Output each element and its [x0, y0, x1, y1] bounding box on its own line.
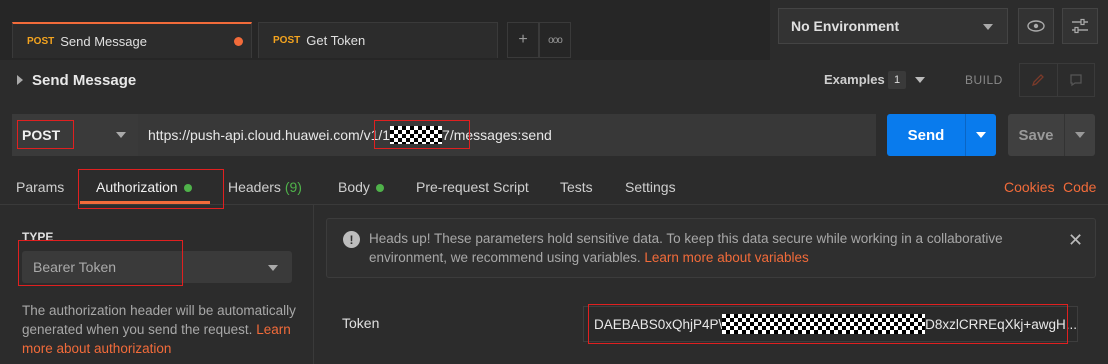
divider: [313, 205, 314, 364]
url-prefix: https://push-api.cloud.huawei.com/v1/1: [148, 127, 391, 143]
chevron-down-icon: [116, 132, 126, 138]
pencil-icon: [1032, 74, 1045, 87]
tab-send-message[interactable]: POST Send Message: [12, 22, 252, 58]
environment-quick-look-button[interactable]: [1018, 8, 1054, 44]
http-method-select[interactable]: POST: [12, 114, 138, 156]
tab-body[interactable]: Body: [338, 179, 384, 195]
collapse-chevron-icon[interactable]: [17, 75, 23, 85]
chevron-down-icon: [983, 24, 993, 30]
environment-selected: No Environment: [791, 18, 900, 34]
tab-get-token[interactable]: POST Get Token: [258, 22, 498, 58]
examples-label[interactable]: Examples: [824, 72, 885, 87]
save-button[interactable]: Save: [1008, 114, 1064, 156]
request-title[interactable]: Send Message: [32, 72, 136, 89]
http-method-value: POST: [22, 127, 61, 143]
tab-label: Get Token: [306, 33, 366, 48]
code-link[interactable]: Code: [1063, 179, 1096, 195]
more-tabs-button[interactable]: ooo: [539, 22, 571, 58]
learn-more-variables-link[interactable]: Learn more about variables: [644, 250, 808, 265]
sliders-icon: [1072, 18, 1088, 34]
tab-label: Send Message: [60, 33, 147, 49]
examples-count-badge: 1: [888, 71, 906, 89]
comment-icon: [1070, 74, 1082, 87]
status-dot-icon: [375, 184, 384, 193]
tab-settings[interactable]: Settings: [625, 179, 676, 195]
token-input[interactable]: DAEBABS0xQhjP4P\ D8xzlCRREqXkj+awgH...: [583, 306, 1078, 342]
url-suffix: 7/messages:send: [442, 127, 552, 143]
manage-environments-button[interactable]: [1062, 8, 1098, 44]
divider: [0, 204, 1108, 205]
tab-headers[interactable]: Headers (9): [228, 179, 302, 195]
token-prefix: DAEBABS0xQhjP4P\: [594, 316, 723, 332]
comments-button[interactable]: [1058, 64, 1095, 96]
tab-method: POST: [273, 35, 301, 46]
auth-type-label: TYPE: [22, 230, 54, 244]
edit-button[interactable]: [1020, 64, 1058, 96]
token-label: Token: [342, 315, 380, 331]
token-suffix: D8xzlCRREqXkj+awgH...: [925, 316, 1077, 332]
tab-method: POST: [27, 35, 55, 47]
chevron-down-icon: [976, 132, 986, 138]
chevron-down-icon: [1075, 132, 1085, 138]
environment-select[interactable]: No Environment: [778, 8, 1008, 44]
tab-tests[interactable]: Tests: [560, 179, 593, 195]
redacted-mask: [390, 126, 443, 144]
alert-text: Heads up! These parameters hold sensitiv…: [369, 229, 1049, 267]
eye-icon: [1027, 20, 1045, 32]
tab-params[interactable]: Params: [16, 179, 64, 195]
headers-count: (9): [284, 179, 302, 195]
tab-headers-label: Headers: [228, 179, 281, 195]
send-options-button[interactable]: [965, 114, 996, 156]
tab-authorization-label: Authorization: [96, 179, 178, 195]
redacted-mask: [722, 314, 926, 334]
auth-help-body: The authorization header will be automat…: [22, 303, 296, 337]
save-options-button[interactable]: [1064, 114, 1095, 156]
tab-authorization[interactable]: Authorization: [96, 179, 192, 195]
add-tab-button[interactable]: +: [507, 22, 539, 58]
auth-help-text: The authorization header will be automat…: [22, 301, 302, 358]
plus-icon: +: [518, 31, 528, 48]
close-icon[interactable]: ✕: [1068, 230, 1083, 251]
tab-prerequest-script[interactable]: Pre-request Script: [416, 179, 529, 195]
chevron-down-icon: [268, 265, 278, 271]
info-icon: !: [343, 231, 360, 248]
status-dot-icon: [183, 184, 192, 193]
unsaved-dot-icon: [234, 37, 243, 46]
url-input[interactable]: https://push-api.cloud.huawei.com/v1/1 7/…: [138, 114, 876, 156]
send-button[interactable]: Send: [887, 114, 965, 156]
view-toggle-group: [1019, 63, 1095, 97]
ellipsis-icon: ooo: [548, 34, 563, 46]
cookies-link[interactable]: Cookies: [1004, 179, 1055, 195]
build-tab[interactable]: BUILD: [965, 73, 1003, 87]
tab-body-label: Body: [338, 179, 370, 195]
examples-chevron-down-icon[interactable]: [915, 77, 925, 83]
auth-type-select[interactable]: Bearer Token: [22, 251, 292, 283]
auth-type-value: Bearer Token: [33, 259, 117, 275]
